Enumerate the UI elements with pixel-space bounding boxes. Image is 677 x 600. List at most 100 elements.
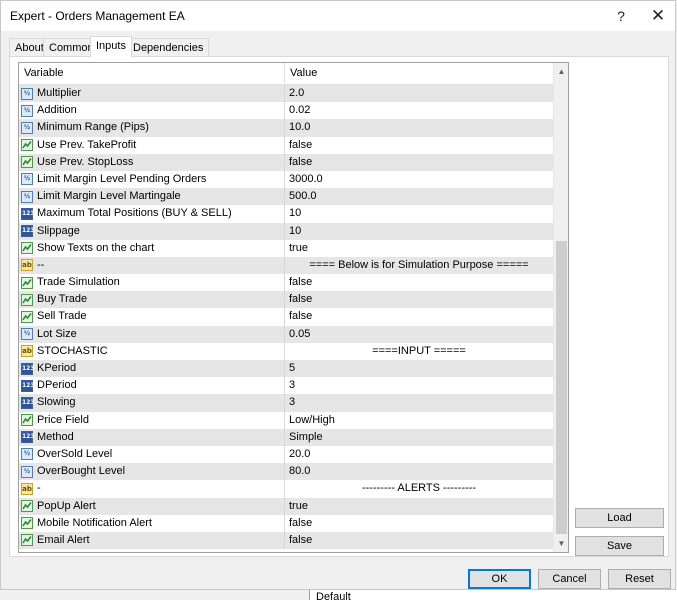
table-row[interactable]: 123 DPeriod 3 xyxy=(19,377,553,395)
table-row[interactable]: Use Prev. StopLoss false xyxy=(19,153,553,171)
save-button[interactable]: Save xyxy=(575,536,664,556)
value-cell[interactable]: 10 xyxy=(285,223,553,240)
value-cell[interactable]: false xyxy=(285,137,553,154)
variable-cell[interactable]: 123 DPeriod xyxy=(19,377,285,395)
variable-cell[interactable]: 123 Slippage xyxy=(19,222,285,240)
table-row[interactable]: 123 KPeriod 5 xyxy=(19,360,553,378)
table-row[interactable]: Trade Simulation false xyxy=(19,274,553,292)
variable-label: Addition xyxy=(37,104,77,117)
variable-cell[interactable]: Sell Trade xyxy=(19,308,285,326)
table-row[interactable]: ab -- ==== Below is for Simulation Purpose… xyxy=(19,256,553,275)
variable-cell[interactable]: Use Prev. StopLoss xyxy=(19,153,285,171)
variable-cell[interactable]: ½ Multiplier xyxy=(19,85,285,103)
variable-cell[interactable]: ab -- xyxy=(19,256,285,275)
value-cell[interactable]: ====INPUT ===== xyxy=(285,343,553,360)
table-row[interactable]: ½ Minimum Range (Pips) 10.0 xyxy=(19,119,553,137)
variable-cell[interactable]: Buy Trade xyxy=(19,291,285,309)
value-cell[interactable]: 3 xyxy=(285,377,553,394)
variable-cell[interactable]: ½ OverBought Level xyxy=(19,463,285,481)
variable-cell[interactable]: ab - xyxy=(19,480,285,498)
table-row[interactable]: ½ Addition 0.02 xyxy=(19,102,553,120)
table-row[interactable]: ½ OverSold Level 20.0 xyxy=(19,445,553,464)
table-row[interactable]: ½ Limit Margin Level Martingale 500.0 xyxy=(19,188,553,206)
ok-button[interactable]: OK xyxy=(468,569,531,589)
cancel-button[interactable]: Cancel xyxy=(538,569,601,589)
value-cell[interactable]: 500.0 xyxy=(285,188,553,205)
scroll-up-arrow-icon[interactable]: ▲ xyxy=(554,64,568,79)
value-cell[interactable]: 3 xyxy=(285,394,553,411)
variable-cell[interactable]: Email Alert xyxy=(19,531,285,550)
table-row[interactable]: ½ Lot Size 0.05 xyxy=(19,325,553,343)
tab-dependencies[interactable]: Dependencies xyxy=(127,38,210,56)
table-row[interactable]: Mobile Notification Alert false xyxy=(19,514,553,532)
table-row[interactable]: Buy Trade false xyxy=(19,291,553,309)
value-cell[interactable]: 2.0 xyxy=(285,85,553,102)
table-row[interactable]: Price Field Low/High xyxy=(19,411,553,429)
value-cell[interactable]: false xyxy=(285,291,553,308)
help-button[interactable]: ? xyxy=(605,4,637,28)
table-row[interactable]: 123 Maximum Total Positions (BUY & SELL) 1… xyxy=(19,205,553,223)
variable-cell[interactable]: PopUp Alert xyxy=(19,497,285,515)
value-cell[interactable]: 10 xyxy=(285,205,553,222)
value-cell[interactable]: 10.0 xyxy=(285,119,553,136)
variable-cell[interactable]: 123 KPeriod xyxy=(19,360,285,378)
value-cell[interactable]: 5 xyxy=(285,360,553,377)
value-cell[interactable]: 80.0 xyxy=(285,463,553,480)
table-row[interactable]: Use Prev. TakeProfit false xyxy=(19,136,553,154)
variable-cell[interactable]: Mobile Notification Alert xyxy=(19,514,285,532)
table-row[interactable]: ½ Multiplier 2.0 xyxy=(19,85,553,103)
variable-cell[interactable]: ½ Limit Margin Level Pending Orders xyxy=(19,170,285,189)
table-row[interactable]: 123 Slippage 10 xyxy=(19,222,553,240)
table-row[interactable]: Email Alert false xyxy=(19,531,553,550)
vertical-scrollbar[interactable]: ▲ ▼ xyxy=(553,63,568,552)
value-cell[interactable]: false xyxy=(285,532,553,549)
variable-cell[interactable]: ab STOCHASTIC xyxy=(19,342,285,360)
variable-cell[interactable]: Trade Simulation xyxy=(19,274,285,292)
table-row[interactable]: Sell Trade false xyxy=(19,308,553,326)
table-row[interactable]: ½ OverBought Level 80.0 xyxy=(19,463,553,481)
value-cell[interactable]: false xyxy=(285,515,553,532)
table-row[interactable]: ½ Limit Margin Level Pending Orders 3000.0 xyxy=(19,170,553,189)
variable-cell[interactable]: ½ Addition xyxy=(19,102,285,120)
scroll-down-arrow-icon[interactable]: ▼ xyxy=(554,536,568,551)
column-header-value[interactable]: Value xyxy=(285,63,553,84)
value-cell[interactable]: false xyxy=(285,154,553,171)
grid-rows: ½ Multiplier 2.0 ½ Addition 0.02 ½ Minimum Rang… xyxy=(19,85,553,550)
load-button[interactable]: Load xyxy=(575,508,664,528)
value-cell[interactable]: 3000.0 xyxy=(285,171,553,188)
variable-cell[interactable]: ½ Lot Size xyxy=(19,325,285,343)
table-row[interactable]: Show Texts on the chart true xyxy=(19,239,553,257)
variable-cell[interactable]: Price Field xyxy=(19,411,285,429)
table-row[interactable]: ab - --------- ALERTS --------- xyxy=(19,480,553,498)
variable-cell[interactable]: Use Prev. TakeProfit xyxy=(19,136,285,154)
variable-cell[interactable]: 123 Maximum Total Positions (BUY & SELL) xyxy=(19,205,285,223)
table-row[interactable]: ab STOCHASTIC ====INPUT ===== xyxy=(19,342,553,360)
variable-cell[interactable]: Show Texts on the chart xyxy=(19,239,285,257)
integer-type-icon: 123 xyxy=(21,225,35,237)
table-row[interactable]: 123 Method Simple xyxy=(19,428,553,446)
value-cell[interactable]: Low/High xyxy=(285,412,553,429)
value-cell[interactable]: false xyxy=(285,308,553,325)
variable-cell[interactable]: ½ Limit Margin Level Martingale xyxy=(19,188,285,206)
variable-cell[interactable]: 123 Slowing xyxy=(19,394,285,412)
value-cell[interactable]: 20.0 xyxy=(285,446,553,463)
value-cell[interactable]: --------- ALERTS --------- xyxy=(285,480,553,497)
value-cell[interactable]: false xyxy=(285,274,553,291)
reset-button[interactable]: Reset xyxy=(608,569,671,589)
variable-cell[interactable]: ½ OverSold Level xyxy=(19,445,285,464)
table-row[interactable]: 123 Slowing 3 xyxy=(19,394,553,412)
tab-inputs[interactable]: Inputs xyxy=(90,36,132,57)
column-header-variable[interactable]: Variable xyxy=(19,63,285,84)
value-cell[interactable]: true xyxy=(285,240,553,257)
value-cell[interactable]: Simple xyxy=(285,429,553,446)
variable-cell[interactable]: 123 Method xyxy=(19,428,285,446)
value-cell[interactable]: 0.05 xyxy=(285,326,553,343)
value-cell[interactable]: 0.02 xyxy=(285,102,553,119)
value-cell[interactable]: true xyxy=(285,498,553,515)
variable-cell[interactable]: ½ Minimum Range (Pips) xyxy=(19,119,285,137)
table-row[interactable]: PopUp Alert true xyxy=(19,497,553,515)
value-cell[interactable]: ==== Below is for Simulation Purpose ===… xyxy=(285,257,553,274)
close-button[interactable]: ✕ xyxy=(642,4,674,28)
scrollbar-thumb[interactable] xyxy=(556,241,567,534)
boolean-type-icon xyxy=(21,310,33,323)
